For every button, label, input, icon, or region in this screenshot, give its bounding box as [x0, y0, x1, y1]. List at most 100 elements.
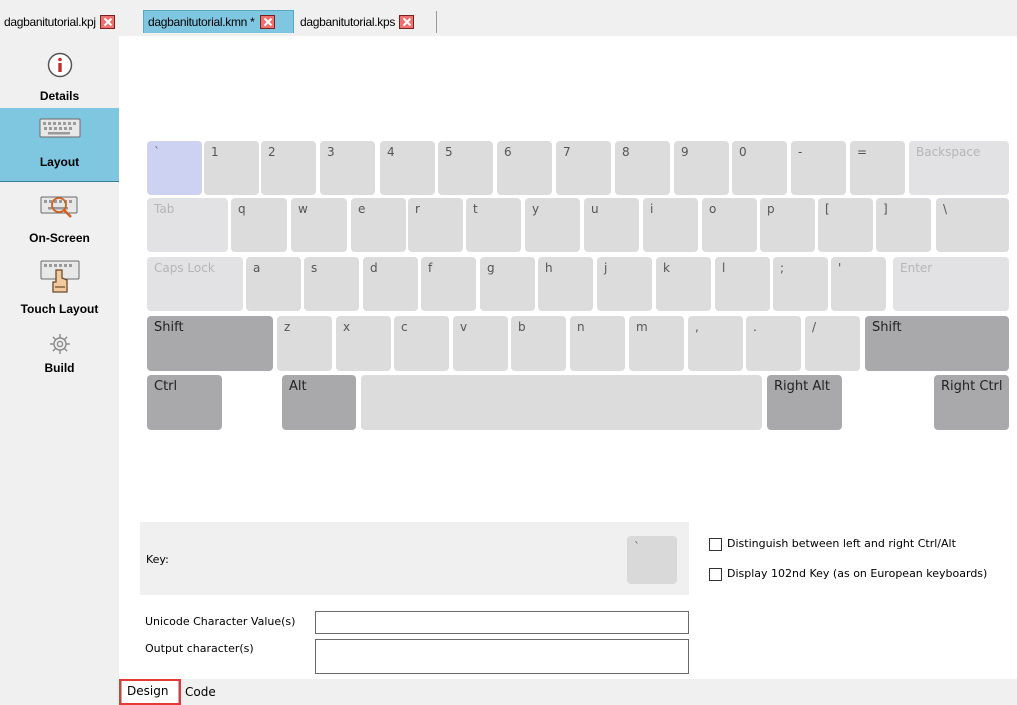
key-slash[interactable]: /: [805, 316, 860, 371]
key-u[interactable]: u: [584, 198, 639, 252]
close-tab-icon[interactable]: [99, 14, 115, 29]
key-backtick[interactable]: `: [147, 141, 202, 195]
key-period[interactable]: .: [746, 316, 801, 371]
key-t[interactable]: t: [466, 198, 521, 252]
key-5[interactable]: 5: [438, 141, 493, 195]
key-i[interactable]: i: [643, 198, 698, 252]
key-s[interactable]: s: [304, 257, 359, 311]
key-6[interactable]: 6: [497, 141, 552, 195]
key-o[interactable]: o: [702, 198, 757, 252]
key-g[interactable]: g: [480, 257, 535, 311]
key-x[interactable]: x: [336, 316, 391, 371]
sidebar-item-layout[interactable]: Layout: [0, 108, 119, 182]
sidebar-item-label: Details: [39, 89, 80, 103]
key-space[interactable]: [361, 375, 762, 430]
key-c[interactable]: c: [394, 316, 449, 371]
tab-separator: [436, 11, 437, 33]
key-right-bracket[interactable]: ]: [876, 198, 931, 252]
key-n[interactable]: n: [570, 316, 625, 371]
key-z[interactable]: z: [277, 316, 332, 371]
key-comma[interactable]: ,: [688, 316, 743, 371]
key-q[interactable]: q: [231, 198, 287, 252]
key-right-shift[interactable]: Shift: [865, 316, 1009, 371]
key-f[interactable]: f: [421, 257, 476, 311]
key-8[interactable]: 8: [615, 141, 670, 195]
onscreen-keyboard-icon: [40, 196, 78, 218]
sidebar-item-build[interactable]: Build: [0, 324, 119, 394]
file-tab-kps[interactable]: dagbanitutorial.kps: [296, 10, 436, 33]
display-102nd-key-checkbox[interactable]: [709, 568, 722, 581]
display-102nd-key-label: Display 102nd Key (as on European keyboa…: [727, 567, 988, 580]
key-a[interactable]: a: [246, 257, 301, 311]
key-7[interactable]: 7: [556, 141, 611, 195]
file-tab-label: dagbanitutorial.kps: [300, 14, 396, 29]
key-quote[interactable]: ': [831, 257, 886, 311]
output-character-input[interactable]: [315, 639, 689, 674]
unicode-value-label: Unicode Character Value(s): [145, 615, 296, 628]
key-l[interactable]: l: [715, 257, 770, 311]
key-3[interactable]: 3: [320, 141, 375, 195]
key-1[interactable]: 1: [204, 141, 259, 195]
output-character-label: Output character(s): [145, 642, 254, 655]
key-r[interactable]: r: [408, 198, 463, 252]
key-v[interactable]: v: [453, 316, 508, 371]
distinguish-ctrl-alt-label: Distinguish between left and right Ctrl/…: [727, 537, 956, 550]
key-semicolon[interactable]: ;: [773, 257, 828, 311]
sidebar-item-touch-layout[interactable]: Touch Layout: [0, 252, 119, 322]
key-right-alt[interactable]: Right Alt: [767, 375, 842, 430]
key-preview: `: [627, 536, 677, 584]
file-tab-kmn[interactable]: dagbanitutorial.kmn *: [143, 10, 294, 33]
keyboard-icon: [39, 118, 81, 138]
touch-keyboard-icon: [40, 260, 80, 293]
sidebar-item-on-screen[interactable]: On-Screen: [0, 182, 119, 252]
key-left-alt[interactable]: Alt: [282, 375, 356, 430]
sidebar-item-label: Build: [44, 361, 75, 375]
file-tab-strip: dagbanitutorial.kpj dagbanitutorial.kmn …: [0, 0, 1017, 36]
gear-icon: [50, 334, 70, 354]
file-tab-kpj[interactable]: dagbanitutorial.kpj: [0, 10, 141, 33]
tab-code-label: Code: [185, 685, 216, 699]
highlight-box: [119, 679, 181, 705]
key-w[interactable]: w: [291, 198, 347, 252]
close-tab-icon[interactable]: [399, 14, 415, 29]
unicode-value-input[interactable]: [315, 611, 689, 634]
tab-code[interactable]: Code: [180, 681, 232, 703]
key-tab[interactable]: Tab: [147, 198, 228, 252]
key-right-ctrl[interactable]: Right Ctrl: [934, 375, 1009, 430]
info-icon: [47, 52, 73, 78]
key-h[interactable]: h: [538, 257, 593, 311]
key-b[interactable]: b: [511, 316, 566, 371]
key-backspace[interactable]: Backspace: [909, 141, 1009, 195]
sidebar-item-details[interactable]: Details: [0, 36, 119, 108]
key-caps-lock[interactable]: Caps Lock: [147, 257, 243, 311]
key-m[interactable]: m: [629, 316, 684, 371]
key-left-ctrl[interactable]: Ctrl: [147, 375, 222, 430]
key-left-shift[interactable]: Shift: [147, 316, 273, 371]
sidebar: Details Layout On-Screen Touch Layout Bu…: [0, 36, 119, 705]
editor-mode-tabs: Design Code: [119, 679, 1017, 705]
key-detail-panel: Key: `: [140, 522, 689, 595]
distinguish-ctrl-alt-checkbox[interactable]: [709, 538, 722, 551]
key-left-bracket[interactable]: [: [818, 198, 873, 252]
key-label: Key:: [146, 553, 169, 566]
key-y[interactable]: y: [525, 198, 580, 252]
key-e[interactable]: e: [351, 198, 406, 252]
key-j[interactable]: j: [597, 257, 652, 311]
key-d[interactable]: d: [363, 257, 418, 311]
sidebar-item-label: Touch Layout: [20, 302, 99, 316]
key-backslash[interactable]: \: [936, 198, 1009, 252]
sidebar-item-label: On-Screen: [29, 231, 90, 245]
file-tab-label: dagbanitutorial.kmn *: [148, 15, 255, 29]
key-enter[interactable]: Enter: [893, 257, 1009, 311]
key-k[interactable]: k: [656, 257, 711, 311]
key-minus[interactable]: -: [791, 141, 846, 195]
key-9[interactable]: 9: [674, 141, 729, 195]
key-4[interactable]: 4: [380, 141, 435, 195]
key-p[interactable]: p: [760, 198, 815, 252]
key-2[interactable]: 2: [261, 141, 316, 195]
key-0[interactable]: 0: [732, 141, 787, 195]
key-equals[interactable]: =: [850, 141, 905, 195]
file-tab-label: dagbanitutorial.kpj: [4, 14, 96, 29]
close-tab-icon[interactable]: [260, 15, 276, 29]
sidebar-item-label: Layout: [39, 155, 80, 169]
